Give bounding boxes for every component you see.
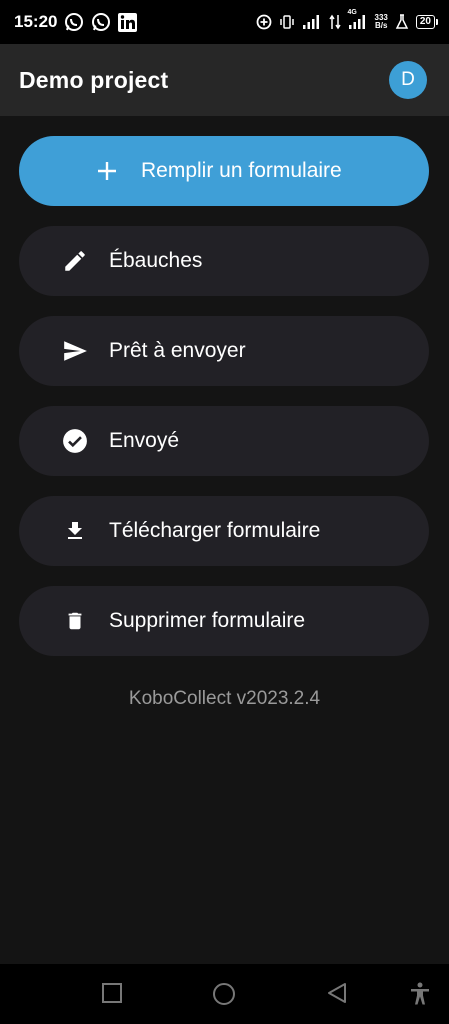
project-title: Demo project xyxy=(19,66,169,93)
check-circle-icon xyxy=(61,427,89,455)
drafts-button[interactable]: Ébauches xyxy=(19,226,429,296)
avatar[interactable]: D xyxy=(389,61,427,99)
network-speed: 333 B/s xyxy=(375,14,388,30)
ready-to-send-label: Prêt à envoyer xyxy=(109,339,246,362)
pencil-icon xyxy=(61,247,89,275)
vibrate-icon xyxy=(279,14,295,30)
network-type-label: 4G xyxy=(347,9,357,16)
whatsapp-icon xyxy=(64,12,84,32)
delete-form-label: Supprimer formulaire xyxy=(109,609,306,632)
delete-form-button[interactable]: Supprimer formulaire xyxy=(19,586,429,656)
data-saver-icon xyxy=(256,14,272,30)
linkedin-icon xyxy=(118,12,138,32)
fill-form-button[interactable]: Remplir un formulaire xyxy=(19,136,429,206)
navigation-bar xyxy=(0,964,449,1024)
home-icon[interactable] xyxy=(212,982,236,1011)
main-menu: Remplir un formulaire Ébauches Prêt à en… xyxy=(19,136,429,676)
ready-to-send-button[interactable]: Prêt à envoyer xyxy=(19,316,429,386)
accessibility-icon[interactable] xyxy=(409,982,431,1011)
back-icon[interactable] xyxy=(326,982,348,1009)
battery-icon: 20 xyxy=(415,15,439,29)
download-form-label: Télécharger formulaire xyxy=(109,519,321,542)
app-bar: Demo project D xyxy=(0,44,449,116)
download-form-button[interactable]: Télécharger formulaire xyxy=(19,496,429,566)
sent-button[interactable]: Envoyé xyxy=(19,406,429,476)
status-time: 15:20 xyxy=(14,12,58,31)
sent-label: Envoyé xyxy=(109,429,180,452)
data-transfer-icon xyxy=(328,14,341,30)
recent-apps-icon[interactable] xyxy=(101,982,123,1009)
lab-flask-icon xyxy=(395,14,409,30)
fill-form-label: Remplir un formulaire xyxy=(141,159,342,182)
send-icon xyxy=(61,337,89,365)
speed-unit: B/s xyxy=(374,21,388,30)
trash-icon xyxy=(61,607,89,635)
whatsapp-business-icon xyxy=(91,12,111,32)
download-icon xyxy=(61,517,89,545)
status-bar: 15:20 4G 333 B/s 20 xyxy=(0,0,449,44)
drafts-label: Ébauches xyxy=(109,249,203,272)
signal-icon-1 xyxy=(302,14,322,30)
plus-icon xyxy=(93,157,121,185)
signal-icon-2: 4G xyxy=(348,9,368,30)
app-version: KoboCollect v2023.2.4 xyxy=(128,688,321,709)
